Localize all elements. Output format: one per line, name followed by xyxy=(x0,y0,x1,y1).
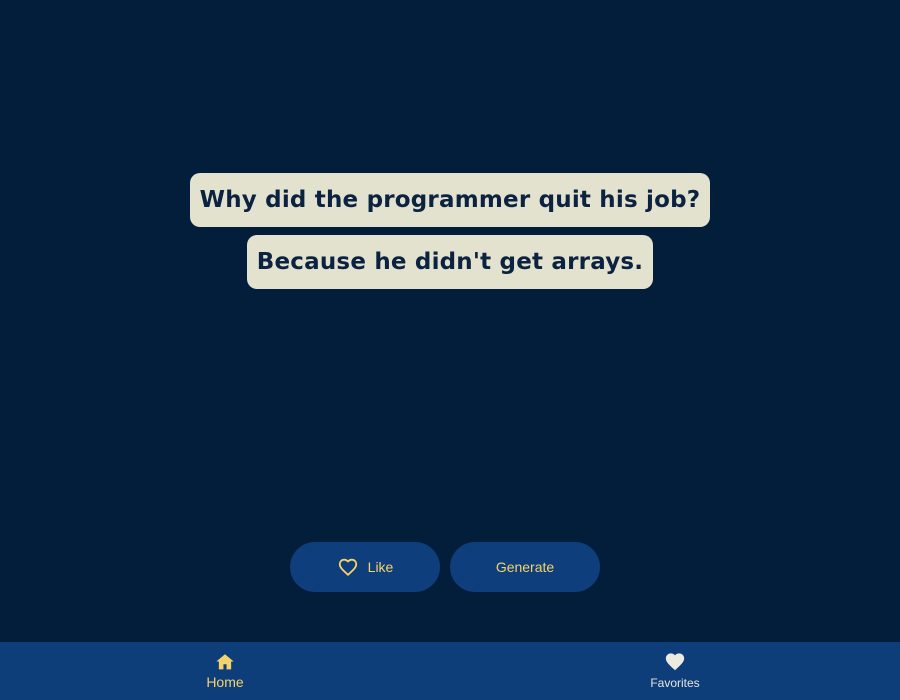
joke-area: Why did the programmer quit his job? Bec… xyxy=(0,173,900,289)
nav-label-favorites: Favorites xyxy=(650,676,700,690)
app-screen: Why did the programmer quit his job? Bec… xyxy=(0,0,900,700)
action-buttons: Like Generate xyxy=(290,542,600,592)
home-icon xyxy=(214,651,236,673)
nav-item-home[interactable]: Home xyxy=(0,642,450,700)
like-label: Like xyxy=(367,559,394,575)
generate-label: Generate xyxy=(495,559,555,575)
bottom-navigation: Home Favorites xyxy=(0,642,900,700)
nav-label-home: Home xyxy=(206,674,244,690)
nav-item-favorites[interactable]: Favorites xyxy=(450,642,900,700)
heart-outline-icon xyxy=(337,556,359,578)
generate-button[interactable]: Generate xyxy=(450,542,600,592)
joke-punchline: Because he didn't get arrays. xyxy=(246,235,654,289)
joke-setup: Why did the programmer quit his job? xyxy=(189,173,711,227)
heart-icon xyxy=(664,651,686,673)
like-button[interactable]: Like xyxy=(290,542,440,592)
